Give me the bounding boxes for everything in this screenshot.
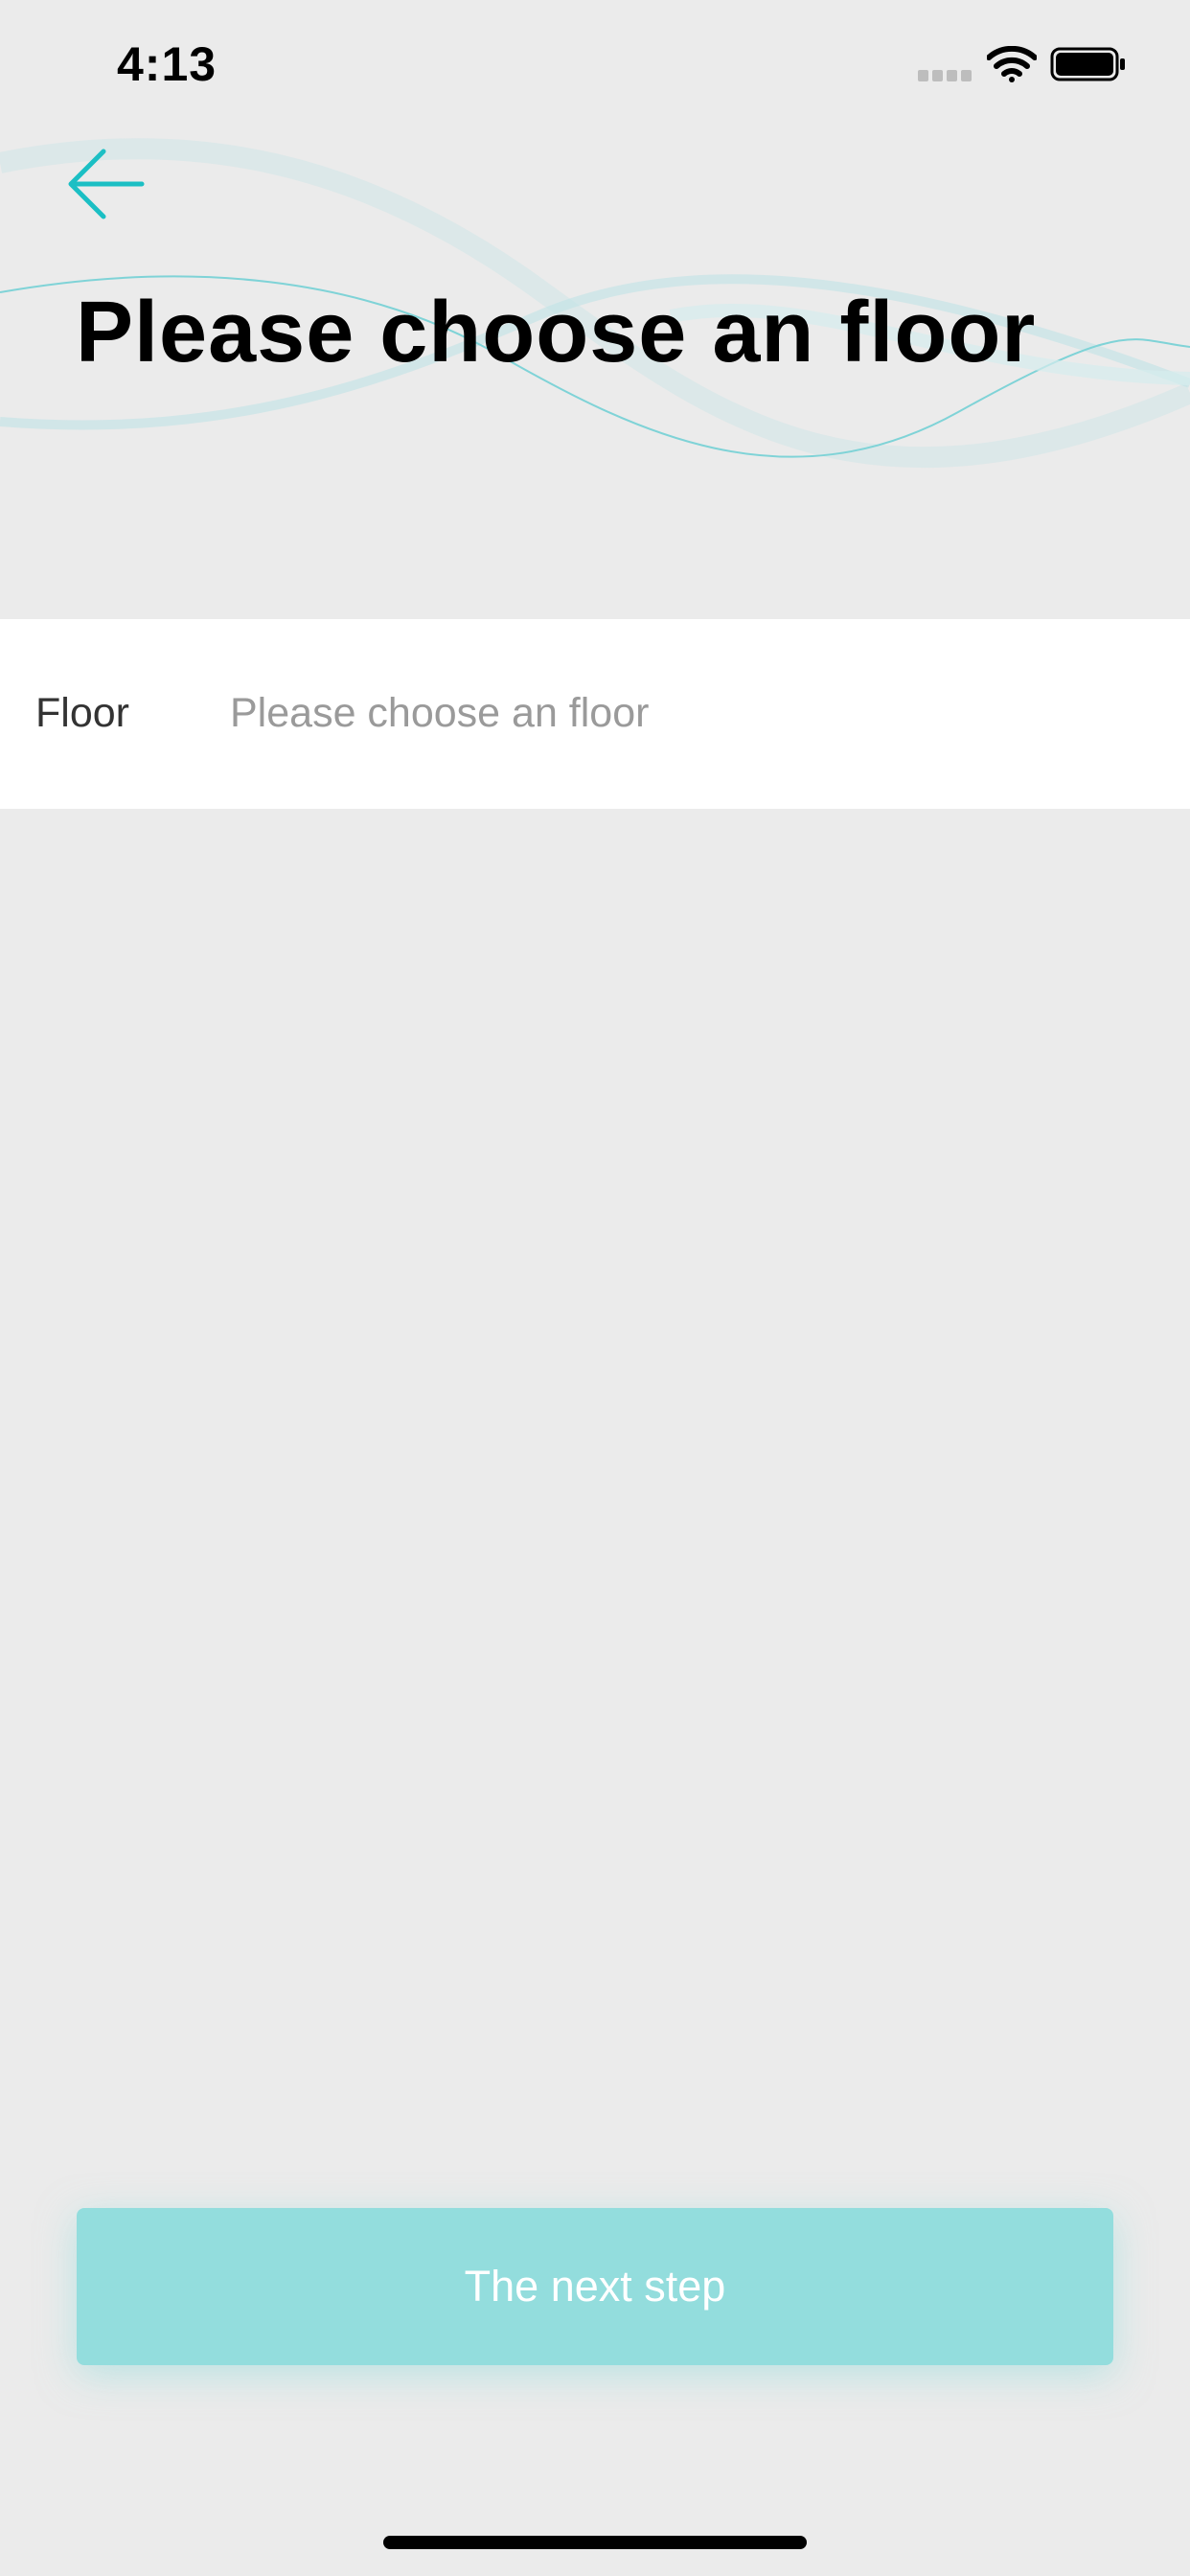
header: Please choose an floor [0, 0, 1190, 619]
page-title: Please choose an floor [76, 285, 1037, 380]
floor-select-placeholder[interactable]: Please choose an floor [230, 690, 649, 737]
back-button[interactable] [65, 144, 146, 224]
arrow-left-icon [68, 149, 145, 219]
floor-label: Floor [35, 690, 129, 736]
next-step-button[interactable]: The next step [77, 2208, 1113, 2365]
next-step-label: The next step [464, 2262, 726, 2311]
floor-selector[interactable]: Floor Please choose an floor [0, 619, 1190, 809]
home-indicator [383, 2536, 807, 2549]
